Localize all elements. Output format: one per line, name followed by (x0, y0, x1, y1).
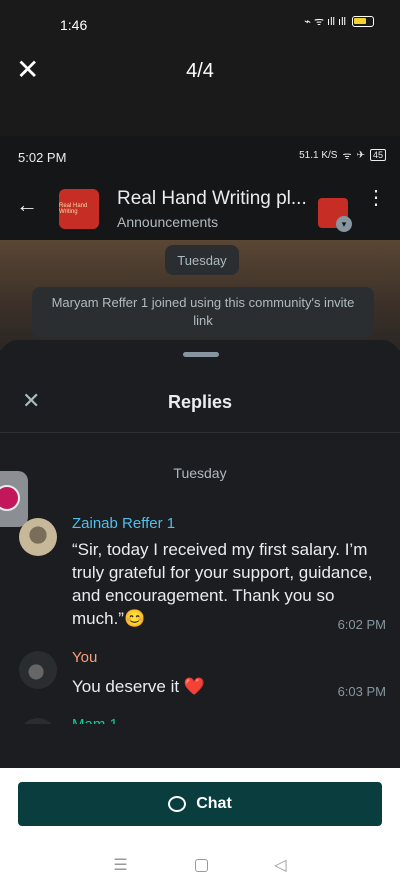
floating-bubble[interactable] (0, 471, 28, 527)
sheet-title: Replies (167, 392, 233, 412)
menu-icon[interactable]: ☰ (113, 855, 127, 875)
message-time: 6:03 PM (337, 684, 386, 699)
reply-date: Tuesday (173, 465, 227, 481)
chat-header: ← Real Hand Writing Real Hand Writing pl… (0, 178, 400, 240)
divider (0, 432, 400, 433)
chat-button-label: Chat (196, 795, 232, 812)
inner-battery: 45 (369, 149, 386, 161)
inner-status-bar: 5:02 PM 51.1 K/S ᯤ ✈ 45 (0, 136, 400, 178)
community-thumb[interactable]: ▾ (318, 198, 352, 232)
back-icon[interactable]: ◁ (274, 855, 286, 875)
group-title[interactable]: Real Hand Writing pl... (117, 188, 307, 210)
system-message: Maryam Reffer 1 joined using this commun… (32, 287, 374, 337)
signal-icons: ⌁ ᯤ ıll ıll (304, 16, 346, 28)
avatar[interactable] (19, 518, 57, 556)
home-icon[interactable] (194, 858, 208, 872)
drag-handle[interactable] (183, 352, 219, 357)
message-time: 6:02 PM (337, 617, 386, 632)
list-cutoff (0, 724, 400, 768)
chat-bubble-icon (168, 796, 187, 812)
inner-status-icons: 51.1 K/S ᯤ ✈ 45 (299, 148, 386, 162)
screenshot-content: 5:02 PM 51.1 K/S ᯤ ✈ 45 ← Real Hand Writ… (0, 136, 400, 768)
more-options-icon[interactable]: ⋮ (366, 188, 386, 208)
wifi-icon: ᯤ (342, 151, 352, 162)
sender-name[interactable]: Zainab Reffer 1 (72, 515, 175, 532)
image-counter: 4/4 (186, 60, 214, 82)
message-text: You deserve it ❤️ (72, 677, 206, 696)
system-nav-bar: ☰ ◁ (0, 854, 400, 876)
date-pill: Tuesday (165, 245, 239, 275)
image-viewer-bar: ✕ 4/4 (0, 48, 400, 136)
avatar[interactable] (19, 651, 57, 689)
sender-name: You (72, 649, 98, 666)
message-text: “Sir, today I received my first salary. … (72, 540, 373, 628)
network-speed: 51.1 K/S (299, 149, 338, 161)
battery-icon (352, 16, 374, 27)
back-arrow-icon[interactable]: ← (16, 192, 38, 218)
group-subtitle: Announcements (117, 214, 219, 230)
chat-button[interactable]: Chat (18, 782, 382, 826)
outer-status-bar: 1:46 ⌁ ᯤ ıll ıll (0, 0, 400, 48)
bottom-area: Chat ☰ ◁ (0, 768, 400, 888)
status-icons: ⌁ ᯤ ıll ıll (304, 14, 374, 29)
chevron-down-icon: ▾ (336, 216, 352, 232)
status-time: 1:46 (60, 17, 88, 33)
group-avatar[interactable]: Real Hand Writing (59, 189, 99, 229)
bubble-icon (0, 485, 20, 511)
airplane-icon: ✈ (356, 149, 365, 161)
inner-status-time: 5:02 PM (18, 150, 67, 165)
